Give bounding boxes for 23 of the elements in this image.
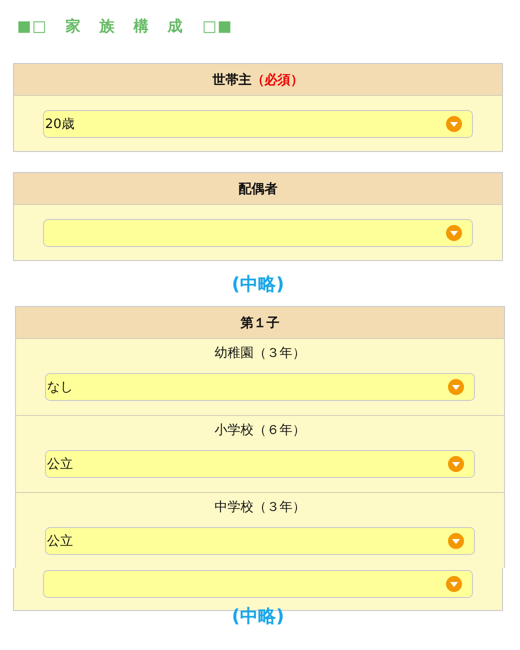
dropdown-icon xyxy=(446,225,462,241)
select-field[interactable] xyxy=(43,219,473,247)
omitted-note: (中略) xyxy=(230,273,286,297)
dropdown-icon xyxy=(446,116,462,132)
heading-mark: ■□ xyxy=(17,17,48,35)
dropdown-icon xyxy=(448,379,464,395)
dropdown-icon xyxy=(448,533,464,549)
panel-title: 世帯主（必須） xyxy=(212,72,304,88)
select-field[interactable]: なし xyxy=(45,373,475,401)
omitted-note: (中略) xyxy=(230,605,286,629)
dropdown-icon xyxy=(446,576,462,592)
row-label: 幼稚園（３年） xyxy=(214,345,306,363)
panel-title: 第１子 xyxy=(240,314,280,332)
panel-title: 配偶者 xyxy=(238,180,278,198)
row-label: 小学校（６年） xyxy=(214,422,306,440)
select-field[interactable] xyxy=(43,570,473,598)
heading-mark: □■ xyxy=(202,17,233,35)
dropdown-icon xyxy=(448,456,464,472)
select-field[interactable]: 公立 xyxy=(45,527,475,555)
row-label: 中学校（３年） xyxy=(214,499,306,517)
select-field[interactable]: 20歳 xyxy=(43,110,473,138)
select-field[interactable]: 公立 xyxy=(45,450,475,478)
page-title: 家 族 構 成 xyxy=(65,16,184,36)
